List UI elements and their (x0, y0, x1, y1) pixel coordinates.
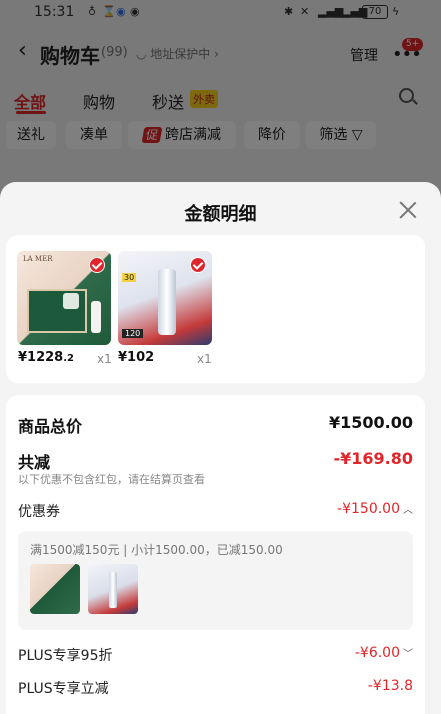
plus-discount-value: -¥13.8 (367, 678, 413, 694)
price-main: ¥1228 (18, 350, 64, 365)
product-image-tube (91, 301, 101, 333)
discount-note: 以下优惠不包含红包，请在结算页查看 (18, 473, 205, 486)
product-quantity: x1 (197, 352, 212, 366)
coupon-value: -¥150.00 (337, 501, 400, 517)
total-value: ¥1500.00 (328, 413, 413, 432)
product-image-bottle (109, 572, 117, 608)
plus95-toggle[interactable]: -¥6.00 ﹀ (355, 645, 413, 661)
discount-label: 共减 (18, 453, 51, 472)
product-quantity: x1 (97, 352, 112, 366)
price-decimal: .2 (63, 353, 74, 364)
plus95-value: -¥6.00 (354, 645, 400, 661)
amount-detail-sheet: 金额明细 LA MER ¥1228.2 x1 30 120 ¥102 x1 商品… (0, 182, 441, 714)
discount-value: -¥169.80 (333, 449, 413, 468)
plus-discount-label: PLUS专享立减 (18, 681, 109, 697)
chevron-up-icon: ︿ (403, 505, 413, 516)
product-thumb-number: 120 (122, 329, 144, 338)
product-image-bottle (158, 269, 176, 335)
product-image-jar (63, 293, 79, 309)
check-icon (190, 257, 206, 273)
product-thumbnail[interactable]: 30 120 (118, 251, 212, 345)
summary-card: 商品总价 ¥1500.00 共减 -¥169.80 以下优惠不包含红包，请在结算… (6, 395, 425, 714)
sheet-title: 金额明细 (184, 204, 257, 225)
product-thumbnail[interactable]: LA MER (17, 251, 111, 345)
chevron-down-icon: ﹀ (403, 649, 413, 660)
coupon-detail-text: 满1500减150元 | 小计1500.00，已减150.00 (30, 543, 283, 557)
plus95-label: PLUS专享95折 (18, 648, 113, 664)
coupon-product-thumbnail (88, 564, 138, 614)
product-card: LA MER ¥1228.2 x1 30 120 ¥102 x1 (6, 235, 425, 383)
coupon-toggle[interactable]: -¥150.00 ︿ (337, 501, 413, 517)
coupon-label: 优惠券 (18, 504, 60, 520)
coupon-product-thumbnail (30, 564, 80, 614)
coupon-detail-box: 满1500减150元 | 小计1500.00，已减150.00 (18, 531, 413, 630)
product-brand-text: LA MER (23, 255, 53, 263)
product-price: ¥1228.2 (18, 350, 74, 365)
product-price: ¥102 (118, 350, 154, 365)
product-thumb-number: 30 (122, 273, 137, 282)
price-main: ¥102 (118, 350, 155, 365)
total-label: 商品总价 (18, 417, 83, 436)
close-icon[interactable] (398, 200, 418, 220)
check-icon (89, 257, 105, 273)
